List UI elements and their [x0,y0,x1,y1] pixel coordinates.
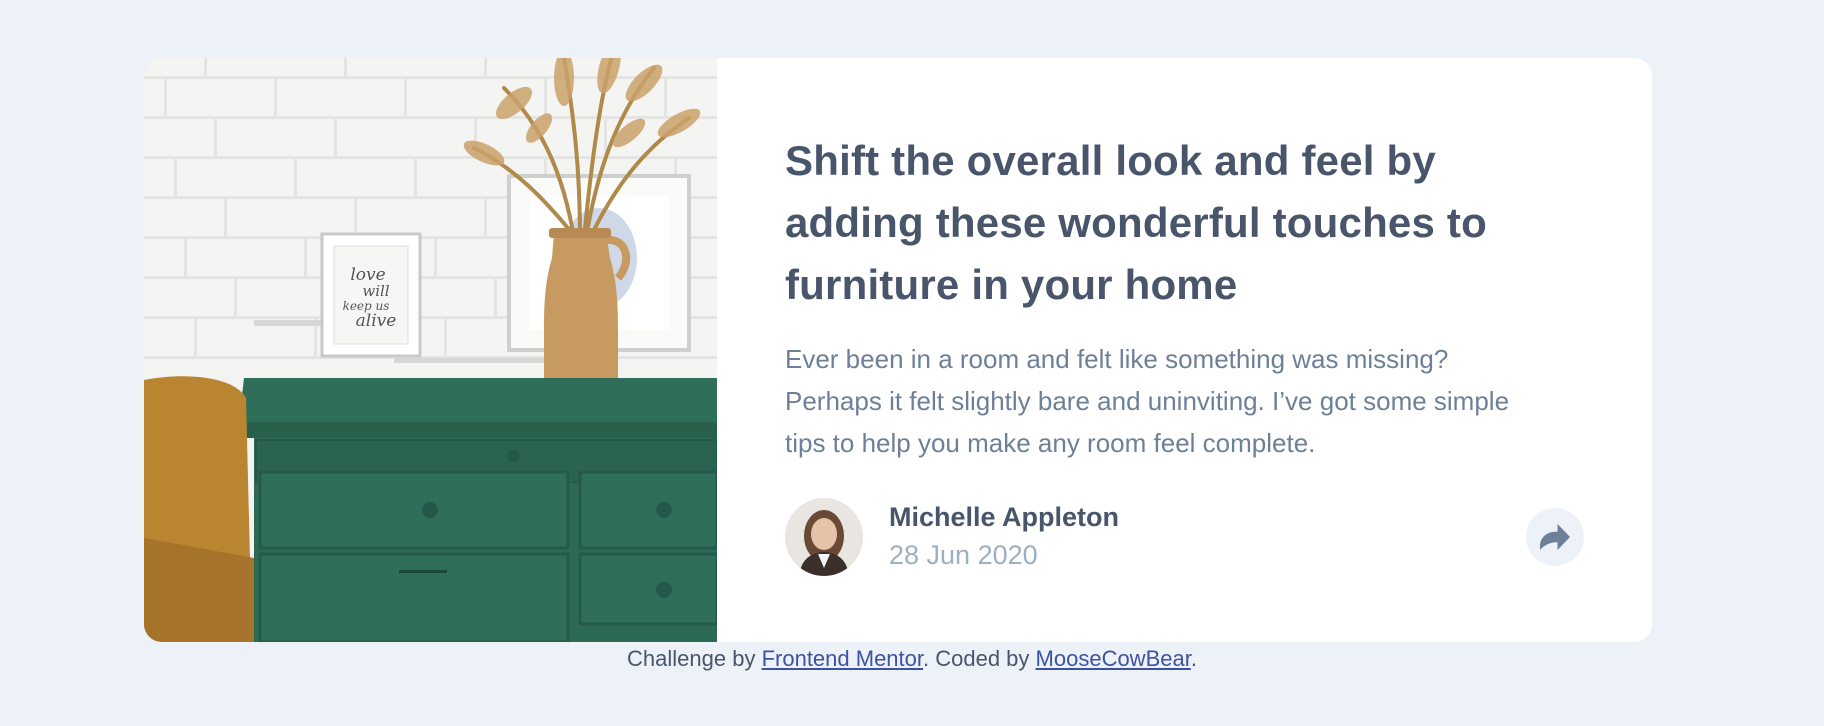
article-card: love will keep us alive Shift the overal… [144,58,1652,642]
footer-prefix: Challenge by [627,646,762,671]
share-icon [1540,524,1570,550]
author-text: Michelle Appleton 28 Jun 2020 [889,499,1119,575]
author-link[interactable]: MooseCowBear [1036,646,1191,671]
article-description: Ever been in a room and felt like someth… [785,344,1510,458]
print-text-alive: alive [356,311,397,331]
footer-attribution: Challenge by Frontend Mentor. Coded by M… [0,644,1824,674]
share-button[interactable] [1526,508,1584,566]
drawers-photo: love will keep us alive [144,58,717,642]
article-title: Shift the overall look and feel by addin… [785,137,1487,308]
avatar [785,498,863,576]
frontend-mentor-link[interactable]: Frontend Mentor [762,646,923,671]
article-image: love will keep us alive [144,58,717,642]
author-info: Michelle Appleton 28 Jun 2020 [785,498,1119,576]
article-content: Shift the overall look and feel by addin… [717,58,1652,642]
print-text-will: will [362,282,389,300]
footer-suffix: . [1190,646,1197,671]
avatar-image [785,498,863,576]
footer-middle: . Coded by [923,646,1036,671]
publish-date: 28 Jun 2020 [889,540,1038,570]
author-name: Michelle Appleton [889,502,1120,532]
